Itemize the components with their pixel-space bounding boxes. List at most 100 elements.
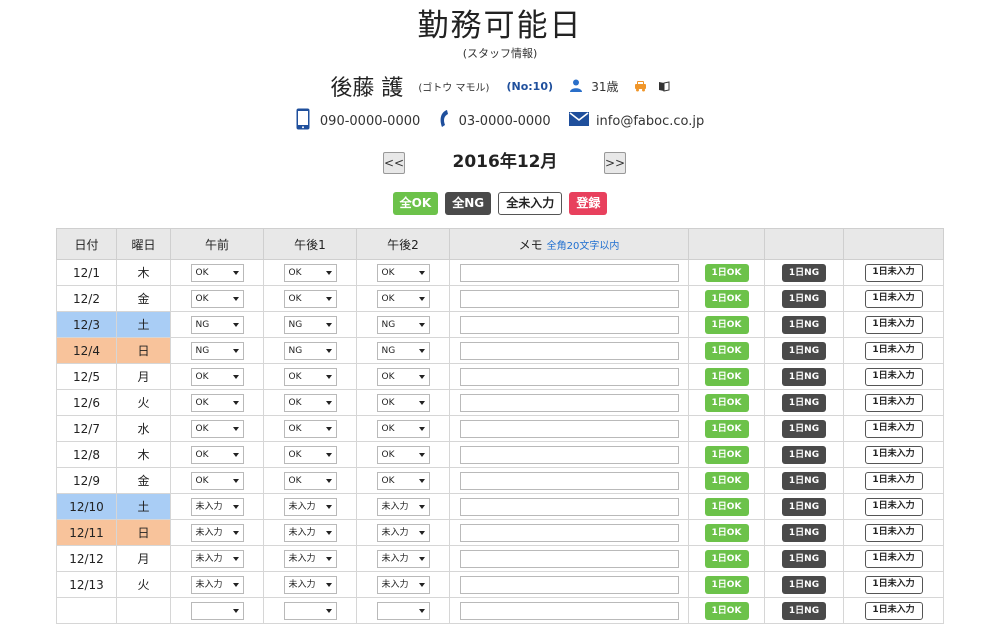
register-button[interactable]: 登録 (569, 192, 608, 215)
day-ok-button[interactable]: 1日OK (704, 575, 749, 594)
pm1-select[interactable]: OK (283, 419, 337, 438)
day-ng-button[interactable]: 1日NG (782, 367, 826, 386)
pm2-select[interactable]: 未入力 (376, 575, 430, 594)
pm2-select[interactable]: OK (376, 289, 430, 308)
day-ng-button[interactable]: 1日NG (782, 393, 826, 412)
day-unset-button[interactable]: 1日未入力 (864, 497, 923, 516)
memo-input[interactable] (459, 393, 679, 412)
day-unset-button[interactable]: 1日未入力 (864, 341, 923, 360)
memo-input[interactable] (459, 341, 679, 360)
prev-month-button[interactable]: << (383, 152, 405, 174)
pm2-select[interactable]: OK (376, 471, 430, 490)
pm2-select[interactable]: 未入力 (376, 523, 430, 542)
day-ok-button[interactable]: 1日OK (704, 263, 749, 282)
pm1-select[interactable]: OK (283, 367, 337, 386)
day-ng-button[interactable]: 1日NG (782, 471, 826, 490)
pm2-select[interactable]: OK (376, 263, 430, 282)
day-unset-button[interactable]: 1日未入力 (864, 315, 923, 334)
pm1-select[interactable]: 未入力 (283, 523, 337, 542)
memo-input[interactable] (459, 575, 679, 594)
day-ok-button[interactable]: 1日OK (704, 549, 749, 568)
day-ok-button[interactable]: 1日OK (704, 497, 749, 516)
am-select[interactable]: NG (190, 315, 244, 334)
pm2-select[interactable]: 未入力 (376, 549, 430, 568)
am-select[interactable]: 未入力 (190, 497, 244, 516)
all-ng-button[interactable]: 全NG (445, 192, 492, 215)
am-select[interactable]: 未入力 (190, 523, 244, 542)
day-unset-button[interactable]: 1日未入力 (864, 393, 923, 412)
memo-input[interactable] (459, 497, 679, 516)
day-ok-button[interactable]: 1日OK (704, 419, 749, 438)
pm1-select[interactable] (283, 601, 337, 620)
day-unset-button[interactable]: 1日未入力 (864, 445, 923, 464)
am-select[interactable]: OK (190, 419, 244, 438)
day-ok-button[interactable]: 1日OK (704, 341, 749, 360)
am-select[interactable]: OK (190, 445, 244, 464)
am-select[interactable]: OK (190, 289, 244, 308)
pm1-select[interactable]: 未入力 (283, 497, 337, 516)
pm1-select[interactable]: 未入力 (283, 549, 337, 568)
day-unset-button[interactable]: 1日未入力 (864, 575, 923, 594)
next-month-button[interactable]: >> (604, 152, 626, 174)
memo-input[interactable] (459, 523, 679, 542)
day-ng-button[interactable]: 1日NG (782, 497, 826, 516)
pm1-select[interactable]: OK (283, 393, 337, 412)
day-ok-button[interactable]: 1日OK (704, 367, 749, 386)
day-ok-button[interactable]: 1日OK (704, 523, 749, 542)
am-select[interactable]: OK (190, 471, 244, 490)
day-ng-button[interactable]: 1日NG (782, 263, 826, 282)
pm1-select[interactable]: OK (283, 445, 337, 464)
memo-input[interactable] (459, 549, 679, 568)
pm1-select[interactable]: OK (283, 471, 337, 490)
day-ng-button[interactable]: 1日NG (782, 523, 826, 542)
memo-input[interactable] (459, 419, 679, 438)
day-ng-button[interactable]: 1日NG (782, 445, 826, 464)
day-ok-button[interactable]: 1日OK (704, 289, 749, 308)
pm2-select[interactable]: OK (376, 393, 430, 412)
email-address[interactable]: info@faboc.co.jp (596, 114, 704, 129)
am-select[interactable]: OK (190, 263, 244, 282)
am-select[interactable]: NG (190, 341, 244, 360)
memo-input[interactable] (459, 367, 679, 386)
day-unset-button[interactable]: 1日未入力 (864, 523, 923, 542)
pm2-select[interactable]: OK (376, 367, 430, 386)
pm2-select[interactable]: 未入力 (376, 497, 430, 516)
all-ok-button[interactable]: 全OK (392, 192, 439, 215)
am-select[interactable]: OK (190, 367, 244, 386)
pm2-select[interactable]: NG (376, 341, 430, 360)
pm2-select[interactable]: NG (376, 315, 430, 334)
memo-input[interactable] (459, 445, 679, 464)
am-select[interactable]: 未入力 (190, 549, 244, 568)
day-ng-button[interactable]: 1日NG (782, 289, 826, 308)
memo-input[interactable] (459, 289, 679, 308)
memo-input[interactable] (459, 601, 679, 620)
am-select[interactable]: 未入力 (190, 575, 244, 594)
day-unset-button[interactable]: 1日未入力 (864, 263, 923, 282)
day-ng-button[interactable]: 1日NG (782, 341, 826, 360)
day-ng-button[interactable]: 1日NG (782, 549, 826, 568)
day-unset-button[interactable]: 1日未入力 (864, 601, 923, 620)
day-ok-button[interactable]: 1日OK (704, 315, 749, 334)
day-unset-button[interactable]: 1日未入力 (864, 471, 923, 490)
am-select[interactable]: OK (190, 393, 244, 412)
day-unset-button[interactable]: 1日未入力 (864, 367, 923, 386)
day-ng-button[interactable]: 1日NG (782, 575, 826, 594)
day-unset-button[interactable]: 1日未入力 (864, 289, 923, 308)
day-ng-button[interactable]: 1日NG (782, 601, 826, 620)
memo-input[interactable] (459, 315, 679, 334)
pm2-select[interactable]: OK (376, 445, 430, 464)
pm1-select[interactable]: OK (283, 263, 337, 282)
day-unset-button[interactable]: 1日未入力 (864, 419, 923, 438)
day-ng-button[interactable]: 1日NG (782, 315, 826, 334)
all-unset-button[interactable]: 全未入力 (498, 192, 563, 215)
day-ok-button[interactable]: 1日OK (704, 393, 749, 412)
memo-input[interactable] (459, 263, 679, 282)
pm1-select[interactable]: 未入力 (283, 575, 337, 594)
day-ok-button[interactable]: 1日OK (704, 471, 749, 490)
am-select[interactable] (190, 601, 244, 620)
memo-input[interactable] (459, 471, 679, 490)
pm1-select[interactable]: NG (283, 315, 337, 334)
pm2-select[interactable] (376, 601, 430, 620)
day-ok-button[interactable]: 1日OK (704, 445, 749, 464)
pm1-select[interactable]: NG (283, 341, 337, 360)
